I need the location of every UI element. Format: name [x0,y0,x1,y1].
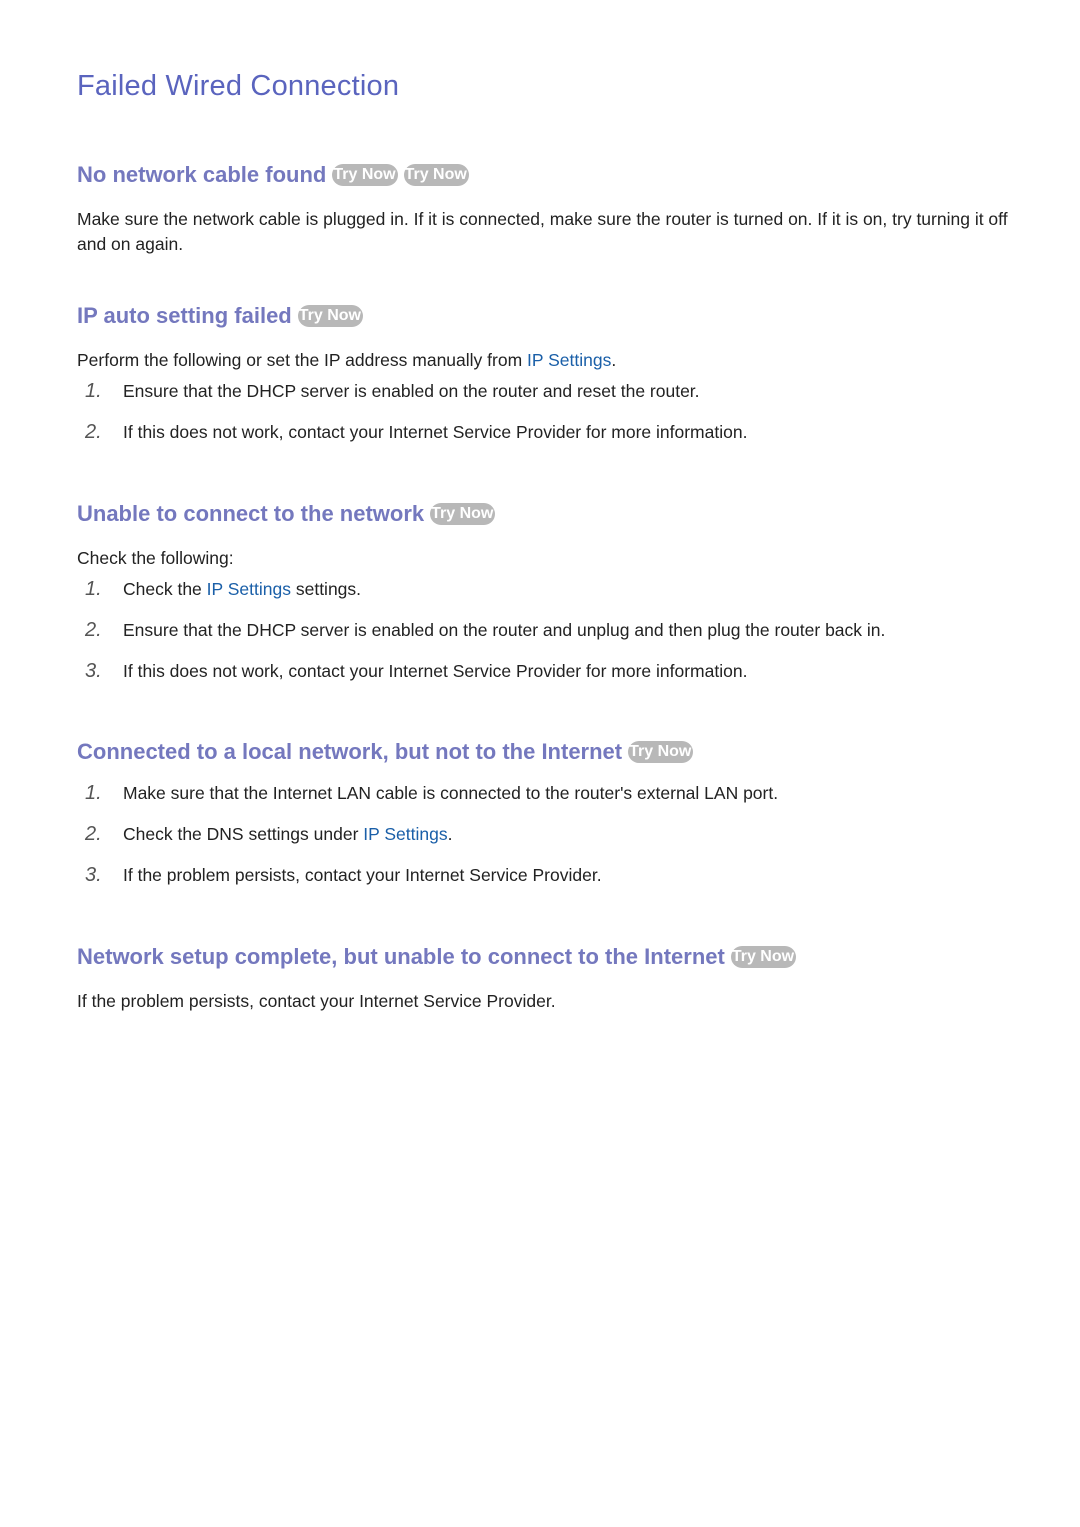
intro-text: Perform the following or set the IP addr… [77,350,528,370]
step-number: 1. [85,578,102,600]
steps-list: 1. Ensure that the DHCP server is enabled… [77,379,1017,445]
section-heading-text: IP auto setting failed [77,303,292,328]
try-now-button[interactable]: Try Now [430,503,496,525]
steps-list: 1. Check the IP Settings settings. 2. Ensu… [77,577,1017,684]
section-setup-complete-no-internet: Network setup complete, but unable to co… [77,942,1017,1014]
intro-text-end: . [611,350,617,370]
step-text: If this does not work, contact your Inte… [123,422,748,442]
step-number: 2. [85,823,102,845]
list-item: 1. Check the IP Settings settings. [77,577,1017,602]
list-item: 2. Check the DNS settings under IP Settin… [77,822,1017,847]
list-item: 1. Make sure that the Internet LAN cable … [77,781,1017,806]
step-text: Ensure that the DHCP server is enabled o… [123,381,700,401]
section-paragraph: If the problem persists, contact your In… [77,991,556,1011]
step-text: If this does not work, contact your Inte… [123,661,748,681]
step-text: Check the [123,579,207,599]
section-no-network-cable: No network cable found Try Now Try Now M… [77,160,1017,257]
list-item: 1. Ensure that the DHCP server is enabled… [77,379,1017,404]
ip-settings-link[interactable]: IP Settings [527,350,611,370]
page-title: Failed Wired Connection [77,70,400,102]
section-local-network-no-internet: Connected to a local network, but not to… [77,737,1017,888]
section-heading: Connected to a local network, but not to… [77,737,1017,767]
section-heading-text: Network setup complete, but unable to co… [77,944,725,969]
section-intro: Check the following: [77,548,234,568]
section-heading: Network setup complete, but unable to co… [77,942,1017,972]
list-item: 2. If this does not work, contact your In… [77,420,1017,445]
section-paragraph: Make sure the network cable is plugged i… [77,209,1008,254]
try-now-button[interactable]: Try Now [332,164,398,186]
step-text: Ensure that the DHCP server is enabled o… [123,620,886,640]
list-item: 3. If the problem persists, contact your … [77,863,1017,888]
section-heading: Unable to connect to the network Try Now [77,499,1017,529]
section-heading: No network cable found Try Now Try Now [77,160,1017,190]
section-unable-to-connect: Unable to connect to the network Try Now… [77,499,1017,684]
step-text: Check the DNS settings under [123,824,364,844]
list-item: 2. Ensure that the DHCP server is enabled… [77,618,1017,643]
try-now-button[interactable]: Try Now [403,164,469,186]
step-text: If the problem persists, contact your In… [123,865,602,885]
step-text-end: . [447,824,453,844]
ip-settings-link[interactable]: IP Settings [207,579,291,599]
try-now-button[interactable]: Try Now [730,946,797,968]
section-heading-text: Unable to connect to the network [77,501,425,526]
step-number: 1. [85,782,102,804]
step-number: 3. [85,864,102,886]
try-now-button[interactable]: Try Now [628,741,694,763]
step-text: Make sure that the Internet LAN cable is… [123,783,779,803]
try-now-button[interactable]: Try Now [297,305,363,327]
steps-list: 1. Make sure that the Internet LAN cable … [77,781,1017,888]
section-heading-text: Connected to a local network, but not to… [77,739,623,764]
step-number: 3. [85,660,102,682]
step-number: 2. [85,421,102,443]
section-ip-auto-setting-failed: IP auto setting failed Try Now Perform t… [77,301,1017,445]
section-intro: Perform the following or set the IP addr… [77,348,1017,373]
step-text-end: settings. [290,579,362,599]
step-number: 2. [85,619,102,641]
list-item: 3. If this does not work, contact your In… [77,659,1017,684]
ip-settings-link[interactable]: IP Settings [363,824,447,844]
section-heading: IP auto setting failed Try Now [77,301,1017,331]
section-heading-text: No network cable found [77,162,327,187]
step-number: 1. [85,380,102,402]
